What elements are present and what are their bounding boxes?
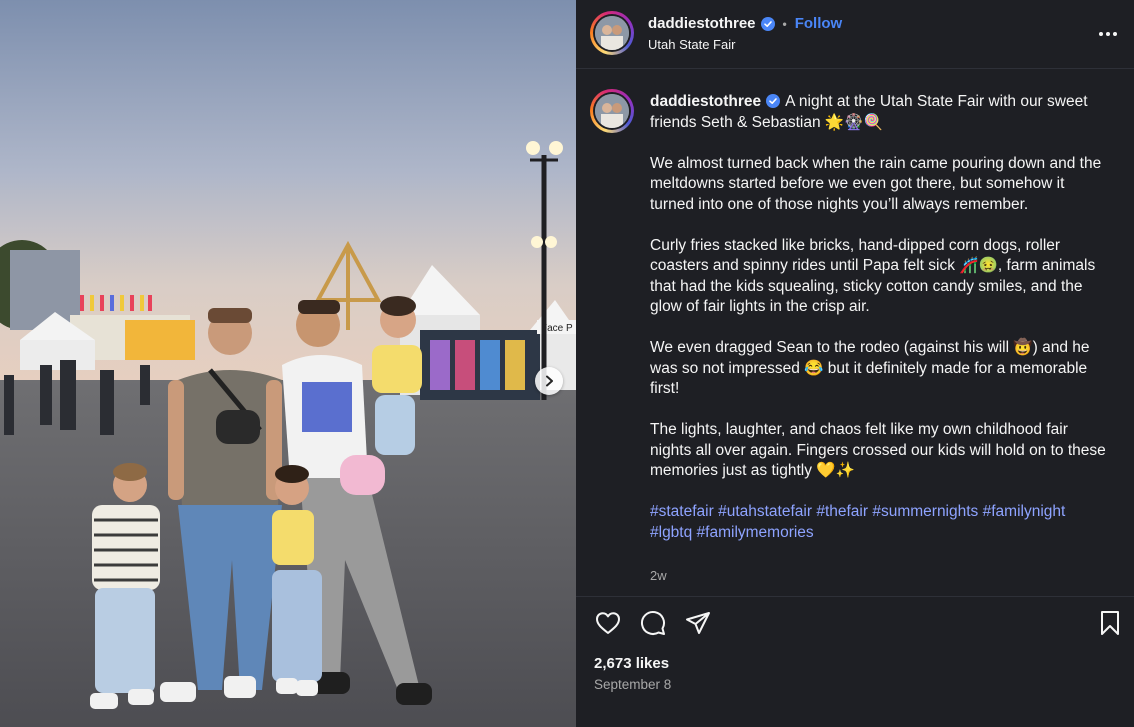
likes-count[interactable]: 2,673 likes [594,655,669,672]
hashtag-link[interactable]: #utahstatefair [718,503,812,520]
comment-button[interactable] [639,609,667,637]
post-caption: daddiestothree A night at the Utah State … [650,92,1110,564]
caption-paragraph-2: We almost turned back when the rain came… [650,154,1102,213]
post-date: September 8 [594,677,672,692]
heart-icon [596,612,620,634]
location-link[interactable]: Utah State Fair [648,37,735,52]
hashtag-link[interactable]: #thefair [816,503,868,520]
share-icon [686,612,710,634]
follow-button[interactable]: Follow [795,15,843,32]
caption-paragraph-3: Curly fries stacked like bricks, hand-di… [650,236,1096,316]
hashtag-link[interactable]: #lgbtq [650,524,692,541]
hashtag-link[interactable]: #statefair [650,503,714,520]
verified-badge-icon [760,16,775,31]
post-header: daddiestothree • Follow Utah State Fair [576,0,1134,69]
hashtag-link[interactable]: #familynight [983,503,1066,520]
caption-username[interactable]: daddiestothree [650,93,761,110]
caption-paragraph-5: The lights, laughter, and chaos felt lik… [650,421,1106,479]
hashtag-link[interactable]: #familymemories [697,524,814,541]
caption-avatar[interactable] [590,89,634,133]
caption-paragraph-4: We even dragged Sean to the rodeo (again… [650,339,1090,397]
share-button[interactable] [684,609,712,637]
post-side-panel: daddiestothree • Follow Utah State Fair … [576,0,1134,727]
avatar-image [595,16,629,50]
chevron-right-icon [546,375,553,387]
hashtag-link[interactable]: #summernights [872,503,978,520]
fair-family-photo: Face P [0,0,576,727]
hashtags: #statefair #utahstatefair #thefair #summ… [650,502,1110,543]
verified-badge-icon [766,94,781,108]
comment-icon [641,611,665,635]
instagram-post-modal: Face P daddiestothree • Follow Utah Stat… [0,0,1134,727]
post-photo: Face P [0,0,576,727]
caption-timestamp[interactable]: 2w [650,568,667,583]
more-options-icon [1099,32,1103,36]
like-button[interactable] [594,609,622,637]
separator-dot: • [782,16,787,31]
avatar[interactable] [590,11,634,55]
header-username[interactable]: daddiestothree [648,15,756,32]
save-button[interactable] [1096,609,1124,637]
more-options-button[interactable] [1096,22,1120,46]
bookmark-icon [1101,611,1119,635]
post-actions-bar [576,596,1134,649]
next-photo-button[interactable] [535,367,563,395]
